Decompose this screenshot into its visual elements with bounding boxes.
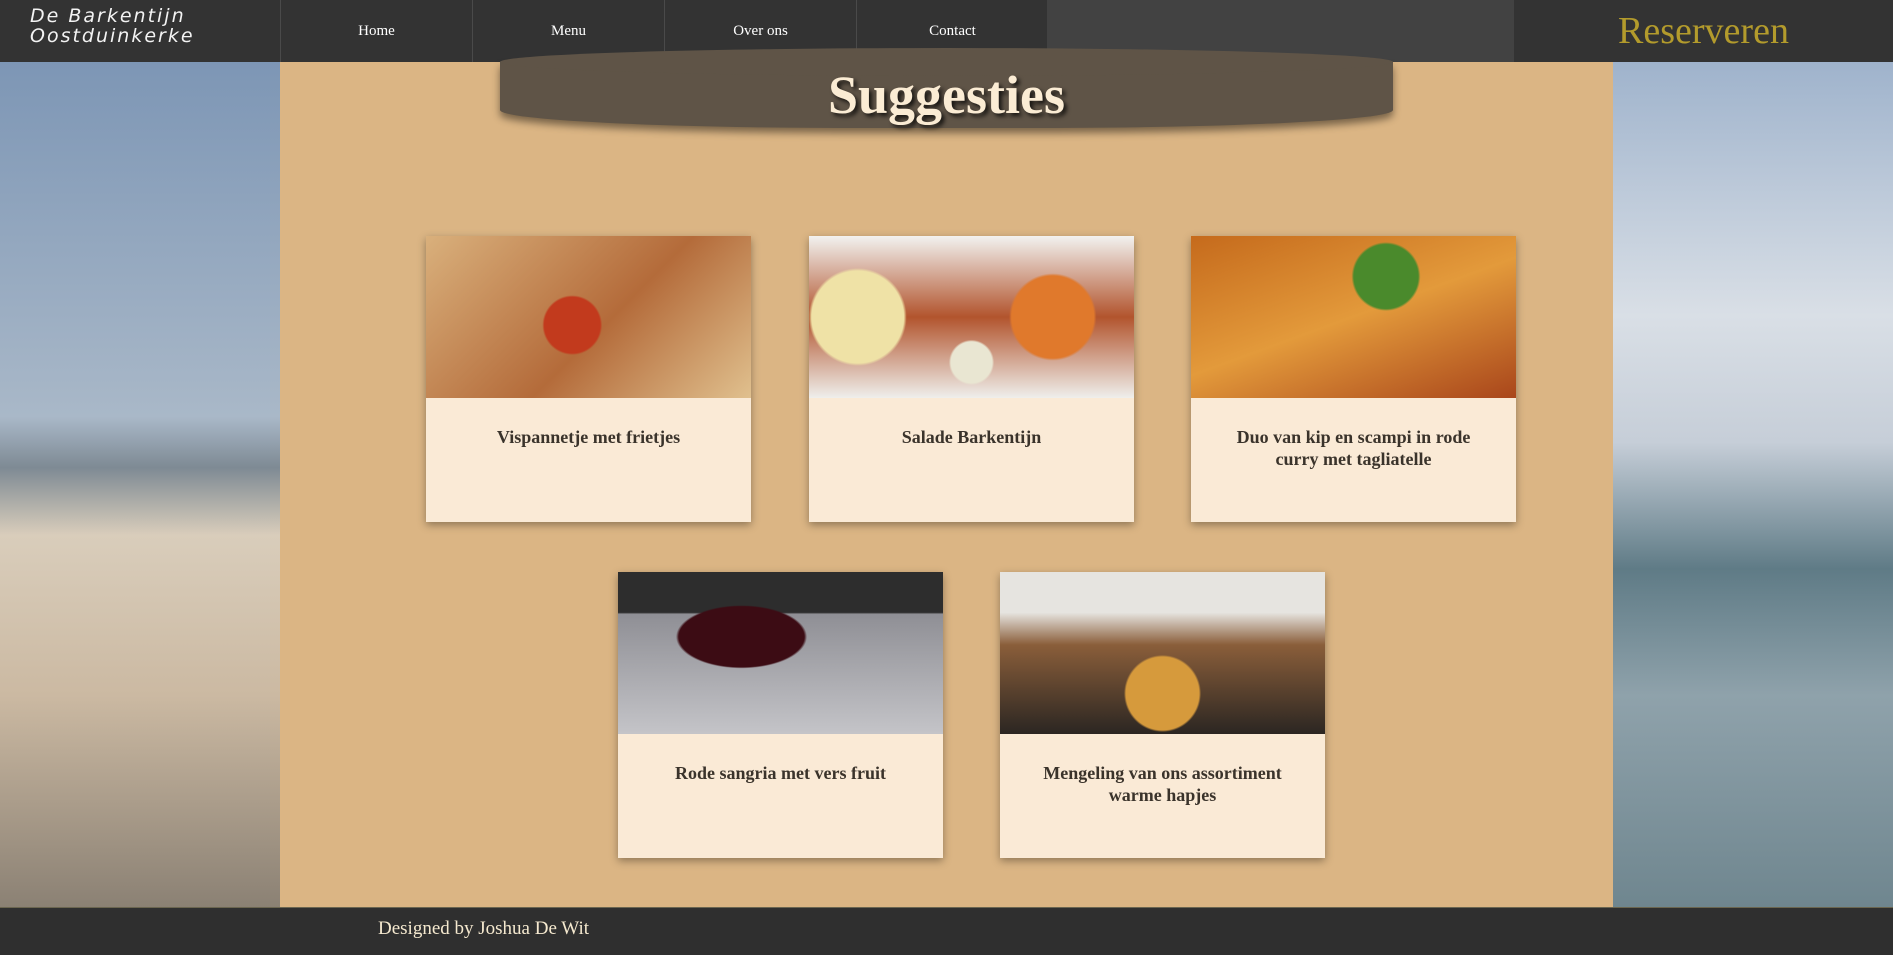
suggestion-card[interactable]: Salade Barkentijn [809,236,1134,522]
suggestion-card[interactable]: Vispannetje met frietjes [426,236,751,522]
dish-photo [1000,572,1325,734]
brand-location: Oostduinkerke [30,25,195,47]
suggestion-card[interactable]: Rode sangria met vers fruit [618,572,943,858]
dish-title: Duo van kip en scampi in rode curry met … [1236,427,1471,469]
beach-huts-background-image [0,62,280,907]
footer: Designed by Joshua De Wit [0,907,1893,955]
brand-name: De Barkentijn [30,5,186,27]
suggestion-card[interactable]: Mengeling van ons assortiment warme hapj… [1000,572,1325,858]
dish-photo [809,236,1134,398]
brand-logo[interactable]: De Barkentijn Oostduinkerke [0,0,280,62]
suggestion-card[interactable]: Duo van kip en scampi in rode curry met … [1191,236,1516,522]
dish-title: Mengeling van ons assortiment warme hapj… [1043,763,1282,805]
page-title: Suggesties [827,65,1065,125]
drink-photo [618,572,943,734]
horseback-shrimp-fisher-background-image [1613,62,1893,907]
title-banner: Suggesties [500,48,1393,128]
dish-photo [1191,236,1516,398]
nav-item-home[interactable]: Home [280,0,472,62]
footer-credit: Designed by Joshua De Wit [378,918,590,939]
dish-photo [426,236,751,398]
dish-title: Rode sangria met vers fruit [675,763,886,783]
reserve-button[interactable]: Reserveren [1514,0,1893,62]
dish-title: Salade Barkentijn [901,427,1042,447]
dish-title: Vispannetje met frietjes [496,427,681,447]
main-content: Suggesties Vispannetje met frietjes Sala… [280,48,1613,907]
